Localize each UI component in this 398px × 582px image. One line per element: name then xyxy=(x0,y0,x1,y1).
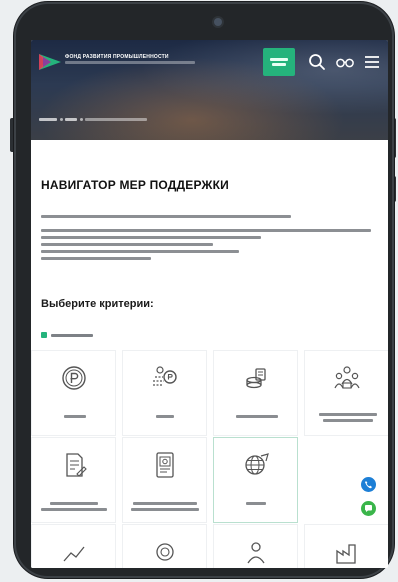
search-icon[interactable] xyxy=(307,52,327,72)
tablet-document-icon xyxy=(156,452,174,478)
criteria-card[interactable] xyxy=(122,524,207,568)
phone-icon xyxy=(365,481,372,489)
checkbox-checked-icon[interactable] xyxy=(41,332,47,338)
breadcrumb-fund[interactable] xyxy=(65,118,77,121)
breadcrumb-current xyxy=(85,118,147,121)
breadcrumb-home[interactable] xyxy=(39,118,57,121)
criteria-card[interactable] xyxy=(213,524,298,568)
criteria-card[interactable] xyxy=(31,437,116,523)
camera-icon xyxy=(214,18,222,26)
criteria-card[interactable] xyxy=(31,524,116,568)
document-invest-icon xyxy=(66,453,87,477)
criteria-card[interactable] xyxy=(122,437,207,523)
criteria-card-selected[interactable] xyxy=(213,437,298,523)
contact-text xyxy=(41,243,213,246)
card-label xyxy=(246,502,266,505)
logo-subtitle xyxy=(65,61,195,64)
support-type-label xyxy=(51,334,93,337)
ruble-coin-icon xyxy=(62,366,86,390)
criteria-heading: Выберите критерии: xyxy=(41,298,154,310)
criteria-card[interactable] xyxy=(213,350,298,436)
intro-text xyxy=(41,215,291,218)
chart-growth-icon xyxy=(63,546,85,562)
card-label xyxy=(319,413,377,416)
contact-text xyxy=(41,257,151,260)
gear-coin-icon xyxy=(156,543,174,561)
factory-icon xyxy=(336,544,356,564)
logo-title: ФОНД РАЗВИТИЯ ПРОМЫШЛЕННОСТИ xyxy=(65,54,169,60)
card-label xyxy=(64,415,86,418)
breadcrumb-separator xyxy=(60,118,63,121)
contact-text xyxy=(41,236,261,239)
criteria-card[interactable] xyxy=(122,350,207,436)
globe-export-icon xyxy=(245,453,269,475)
chat-button[interactable] xyxy=(361,501,376,516)
page-title: НАВИГАТОР МЕР ПОДДЕРЖКИ xyxy=(41,178,229,192)
criteria-card[interactable] xyxy=(31,350,116,436)
loan-coins-icon xyxy=(153,366,177,386)
support-type-filter[interactable] xyxy=(41,332,241,340)
person-icon xyxy=(247,542,265,564)
chat-bubble-icon xyxy=(365,505,372,512)
criteria-card[interactable] xyxy=(304,524,388,568)
hero-header: ФОНД РАЗВИТИЯ ПРОМЫШЛЕННОСТИ xyxy=(31,40,388,140)
coin-stack-icon xyxy=(246,368,266,389)
people-money-icon xyxy=(334,366,360,389)
low-vision-glasses-icon[interactable] xyxy=(335,52,355,72)
browser-viewport: ФОНД РАЗВИТИЯ ПРОМЫШЛЕННОСТИ НАВИГАТОР М… xyxy=(31,40,388,568)
card-label xyxy=(156,415,174,418)
call-button[interactable] xyxy=(361,477,376,492)
card-label xyxy=(323,419,373,422)
hamburger-menu-icon[interactable] xyxy=(362,52,382,72)
breadcrumb-separator xyxy=(80,118,83,121)
card-label xyxy=(236,415,278,418)
criteria-card[interactable] xyxy=(304,350,388,436)
contact-text xyxy=(41,250,239,253)
card-label xyxy=(133,502,197,505)
contact-text xyxy=(41,229,371,232)
card-label xyxy=(41,508,107,511)
personal-account-button[interactable] xyxy=(263,48,295,76)
card-label xyxy=(50,502,98,505)
card-label xyxy=(131,508,199,511)
frp-logo-icon[interactable] xyxy=(39,54,61,70)
